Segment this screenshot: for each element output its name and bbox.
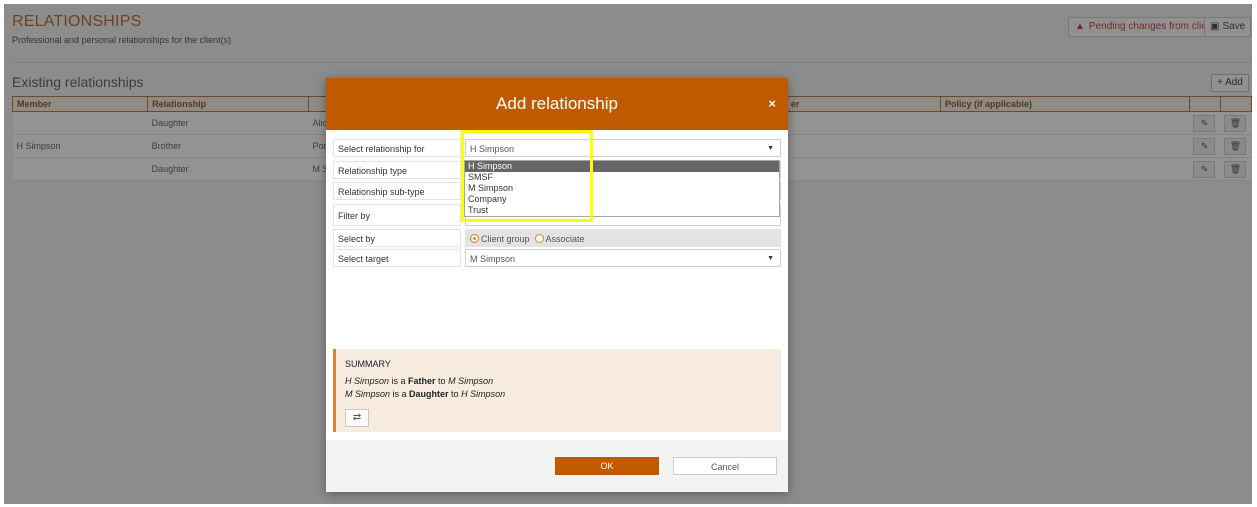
close-icon[interactable]: × <box>768 96 776 111</box>
modal-footer: OK Cancel <box>326 440 788 492</box>
relationship-type-label: Relationship type <box>333 161 461 179</box>
select-by-options: Client group Associate <box>465 229 781 247</box>
modal-title: Add relationship <box>496 94 618 113</box>
summary-relation: Daughter <box>409 389 449 399</box>
select-target-label: Select target <box>333 249 461 267</box>
chevron-down-icon: ▼ <box>767 145 774 152</box>
select-target-row: Select target M Simpson ▼ <box>333 249 781 267</box>
client-group-label[interactable]: Client group <box>481 234 530 244</box>
summary-text: is a <box>389 376 409 386</box>
select-by-row: Select by Client group Associate <box>333 229 781 247</box>
highlight-box <box>461 130 593 222</box>
select-by-label: Select by <box>333 229 461 247</box>
summary-object: M Simpson <box>448 376 494 386</box>
summary-text: is a <box>390 389 410 399</box>
modal-header: Add relationship × <box>326 78 788 130</box>
summary-relation: Father <box>408 376 436 386</box>
chevron-down-icon: ▼ <box>767 255 774 262</box>
relationship-for-label: Select relationship for <box>333 139 461 157</box>
select-target-select[interactable]: M Simpson ▼ <box>465 249 781 267</box>
radio-client-group[interactable] <box>470 234 479 243</box>
summary-text: to <box>448 389 462 399</box>
add-relationship-modal: Add relationship × Select relationship f… <box>326 78 788 492</box>
summary-line-1: H Simpson is a Father to M Simpson <box>345 376 493 386</box>
swap-icon[interactable]: ⇄ <box>345 409 369 427</box>
relationship-subtype-label: Relationship sub-type <box>333 182 461 200</box>
summary-subject: M Simpson <box>345 389 391 399</box>
ok-button[interactable]: OK <box>555 457 659 475</box>
summary-line-2: M Simpson is a Daughter to H Simpson <box>345 389 505 399</box>
summary-title: SUMMARY <box>345 359 391 369</box>
summary-text: to <box>435 376 449 386</box>
cancel-button[interactable]: Cancel <box>673 457 777 475</box>
associate-label[interactable]: Associate <box>546 234 585 244</box>
select-target-value: M Simpson <box>470 254 516 264</box>
summary-panel: SUMMARY H Simpson is a Father to M Simps… <box>333 349 781 432</box>
summary-object: H Simpson <box>461 389 506 399</box>
summary-subject: H Simpson <box>345 376 390 386</box>
radio-associate[interactable] <box>534 234 544 243</box>
filter-by-label: Filter by <box>333 204 461 226</box>
